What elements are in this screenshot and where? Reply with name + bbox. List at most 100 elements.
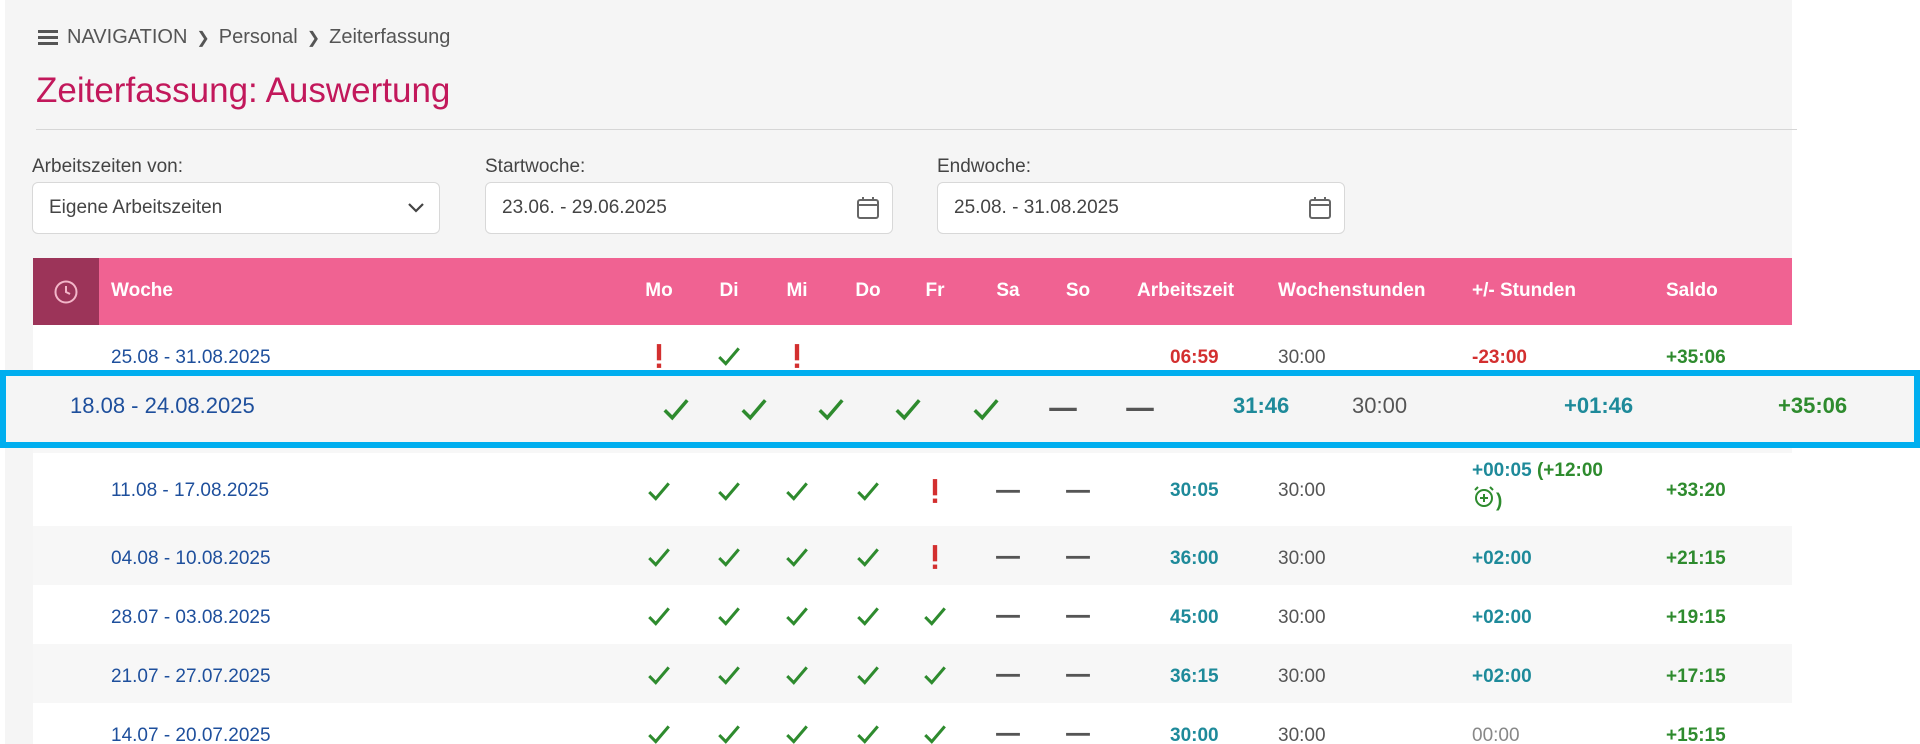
check-icon (646, 721, 672, 744)
header-di: Di (719, 280, 739, 301)
dash-icon (995, 478, 1021, 509)
saldo-value: +17:15 (1666, 666, 1726, 687)
saldo-value: +19:15 (1666, 607, 1726, 628)
table-row[interactable]: 14.07 - 20.07.2025 30:00 30:00 00:00 +15… (33, 703, 1792, 744)
exclamation-icon (646, 343, 672, 374)
check-icon (646, 603, 672, 634)
check-icon (784, 721, 810, 744)
table-row[interactable]: 04.08 - 10.08.2025 36:00 30:00 +02:00 +2… (33, 526, 1792, 585)
dash-icon (1065, 603, 1091, 634)
check-icon (784, 478, 810, 509)
check-icon (855, 544, 881, 575)
plusminus-value: +00:05 (1472, 460, 1532, 481)
check-icon (716, 662, 742, 693)
dash-icon (1065, 544, 1091, 575)
breadcrumb-personal[interactable]: Personal (219, 26, 298, 49)
breadcrumb-navigation[interactable]: NAVIGATION (67, 26, 187, 49)
header-do: Do (855, 280, 881, 301)
header-mi: Mi (786, 280, 808, 301)
plusminus-value: +01:46 (1564, 393, 1634, 418)
arbeitszeiten-select[interactable]: Eigene Arbeitszeiten (32, 182, 440, 234)
alarm-add-icon (1472, 485, 1496, 518)
week-link[interactable]: 11.08 - 17.08.2025 (111, 480, 269, 502)
week-link[interactable]: 04.08 - 10.08.2025 (111, 548, 271, 570)
endwoche-field[interactable]: 25.08. - 31.08.2025 (937, 182, 1345, 234)
time-table: Woche Mo Di Mi Do Fr Sa So Arbeitszeit W… (33, 258, 1792, 744)
arbeitszeit-value: 30:05 (1170, 480, 1219, 501)
chevron-down-icon (405, 196, 427, 224)
dash-icon (1065, 478, 1091, 509)
check-icon (716, 544, 742, 575)
header-saldo: Saldo (1666, 280, 1718, 301)
week-link[interactable]: 14.07 - 20.07.2025 (111, 725, 271, 744)
table-row[interactable]: 21.07 - 27.07.2025 36:15 30:00 +02:00 +1… (33, 644, 1792, 703)
wochenstunden-value: 30:00 (1278, 548, 1326, 569)
saldo-value: +35:06 (1666, 347, 1726, 368)
saldo-value: +35:06 (1778, 393, 1848, 418)
check-icon (661, 394, 691, 429)
check-icon (716, 478, 742, 509)
table-row[interactable]: 28.07 - 03.08.2025 45:00 30:00 +02:00 +1… (33, 585, 1792, 644)
dash-icon (1125, 394, 1155, 429)
calendar-icon[interactable] (1308, 196, 1332, 226)
header-fr: Fr (925, 280, 945, 301)
highlighted-row[interactable]: 18.08 - 24.08.2025 31:46 30:00 +01:46 +3… (0, 370, 1920, 448)
check-icon (816, 394, 846, 429)
check-icon (922, 662, 948, 693)
clock-icon (33, 258, 99, 325)
check-icon (893, 394, 923, 429)
check-icon (646, 662, 672, 693)
plusminus-value: +02:00 (1472, 607, 1532, 628)
check-icon (716, 343, 742, 374)
header-sa: Sa (996, 280, 1020, 301)
plusminus-value: 00:00 (1472, 725, 1520, 744)
exclamation-icon (922, 478, 948, 509)
saldo-value: +21:15 (1666, 548, 1726, 569)
week-link[interactable]: 18.08 - 24.08.2025 (70, 393, 255, 419)
arbeitszeiten-value: Eigene Arbeitszeiten (49, 197, 223, 218)
calendar-icon[interactable] (856, 196, 880, 226)
startwoche-label: Startwoche: (485, 156, 586, 177)
dash-icon (995, 721, 1021, 744)
arbeitszeiten-label: Arbeitszeiten von: (32, 156, 184, 177)
plusminus-value: +02:00 (1472, 666, 1532, 687)
dash-icon (1065, 721, 1091, 744)
plusminus-value: +02:00 (1472, 548, 1532, 569)
startwoche-value: 23.06. - 29.06.2025 (502, 197, 667, 218)
header-so: So (1065, 280, 1091, 301)
plusminus-extra: (+12:00 (1536, 460, 1604, 481)
exclamation-icon (784, 343, 810, 374)
plusminus-cell: +00:05 (+12:00 ) (1472, 457, 1662, 518)
arbeitszeit-value: 45:00 (1170, 607, 1219, 628)
dash-icon (995, 662, 1021, 693)
week-link[interactable]: 21.07 - 27.07.2025 (111, 666, 271, 688)
dash-icon (1048, 394, 1078, 429)
check-icon (855, 662, 881, 693)
header-woche[interactable]: Woche (111, 280, 173, 302)
check-icon (784, 544, 810, 575)
title-divider (36, 129, 1797, 130)
check-icon (784, 603, 810, 634)
check-icon (739, 394, 769, 429)
check-icon (784, 662, 810, 693)
week-link[interactable]: 28.07 - 03.08.2025 (111, 607, 271, 629)
startwoche-field[interactable]: 23.06. - 29.06.2025 (485, 182, 893, 234)
week-link[interactable]: 25.08 - 31.08.2025 (111, 347, 271, 369)
check-icon (855, 603, 881, 634)
arbeitszeit-value: 36:00 (1170, 548, 1219, 569)
table-row[interactable]: 11.08 - 17.08.2025 30:05 30:00 +00:05 (+… (33, 453, 1792, 526)
exclamation-icon (922, 544, 948, 575)
check-icon (855, 478, 881, 509)
arbeitszeit-value: 06:59 (1170, 347, 1219, 368)
wochenstunden-value: 30:00 (1278, 347, 1326, 368)
arbeitszeit-value: 30:00 (1170, 725, 1219, 744)
chevron-right-icon: ❯ (196, 29, 210, 47)
plusminus-extra-close: ) (1496, 490, 1503, 512)
wochenstunden-value: 30:00 (1278, 607, 1326, 628)
menu-icon[interactable] (38, 30, 58, 45)
wochenstunden-value: 30:00 (1278, 480, 1326, 501)
header-mo: Mo (645, 280, 673, 301)
endwoche-label: Endwoche: (937, 156, 1032, 177)
endwoche-value: 25.08. - 31.08.2025 (954, 197, 1119, 218)
check-icon (646, 544, 672, 575)
